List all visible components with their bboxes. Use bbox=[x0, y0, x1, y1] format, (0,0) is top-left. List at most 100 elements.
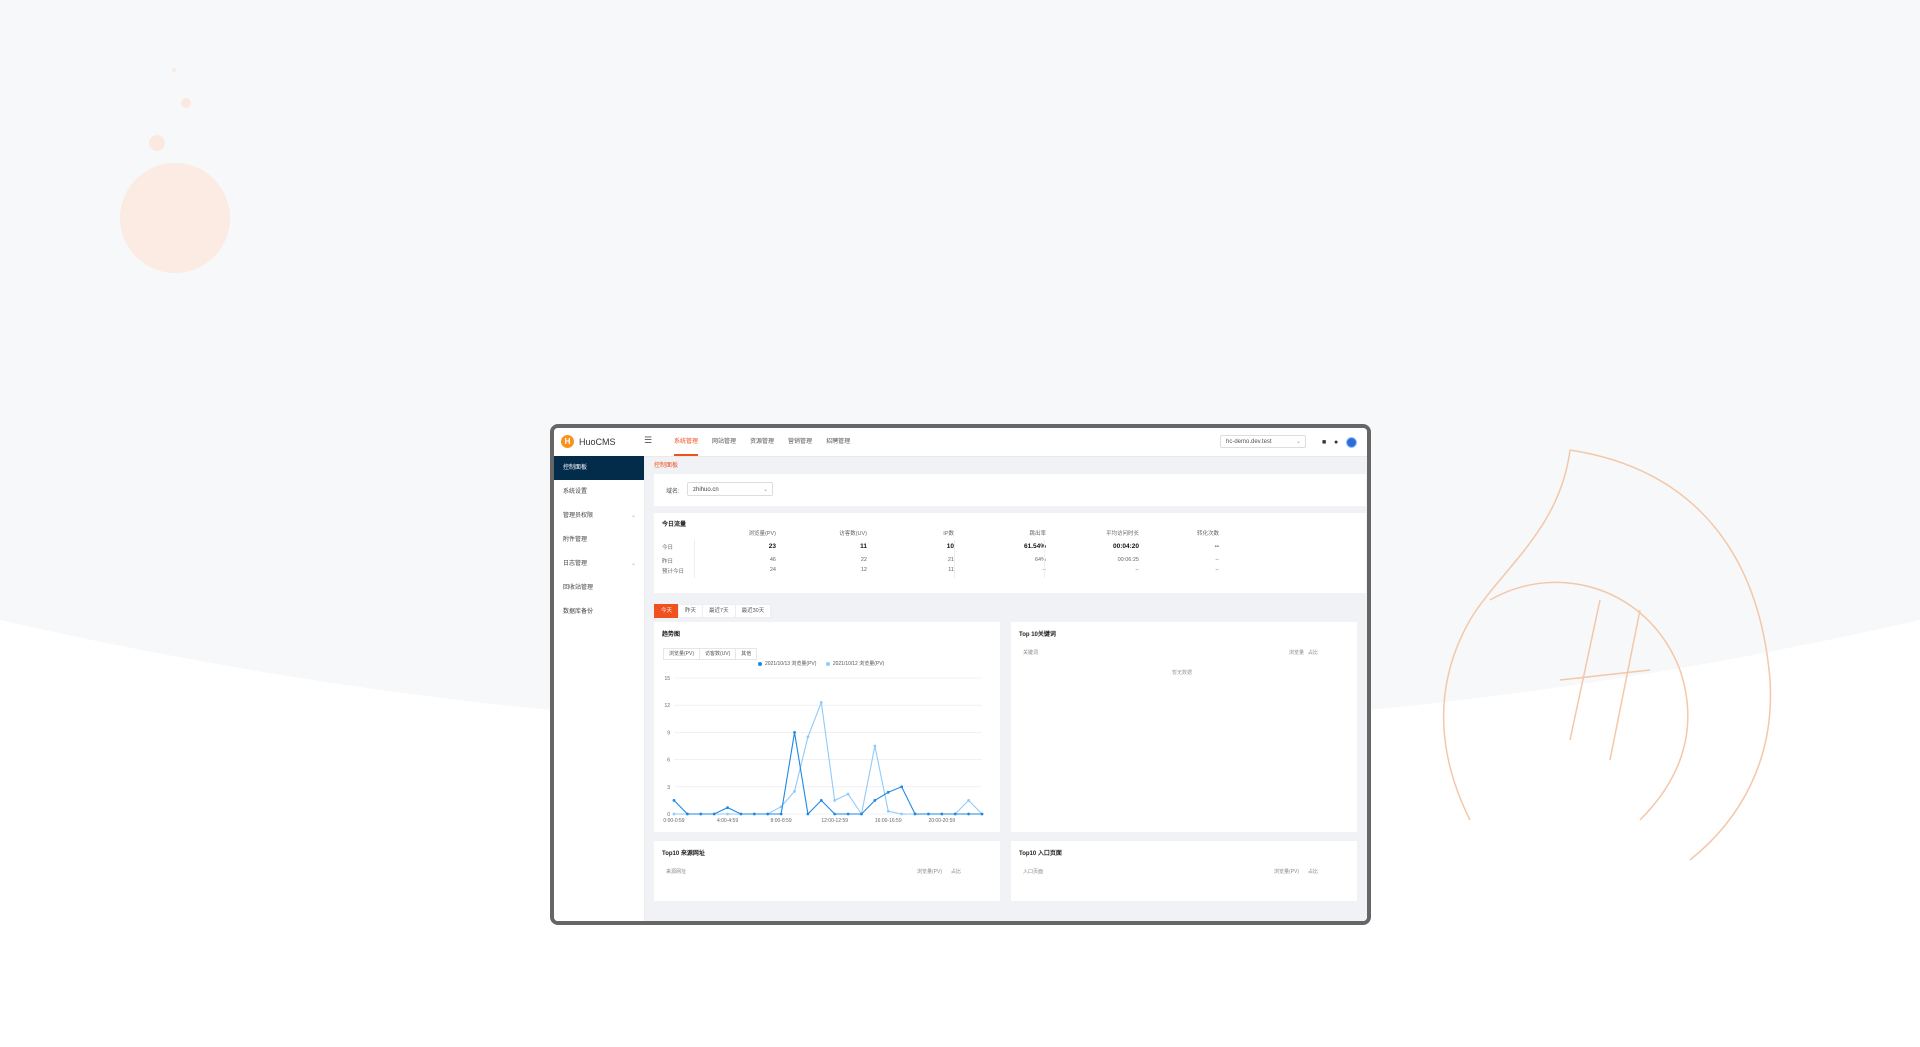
domain-label: 域名: bbox=[666, 489, 680, 495]
site-domain-value: hc-demo.dev.test bbox=[1226, 439, 1272, 445]
data-point bbox=[900, 812, 904, 816]
keywords-col-percent: 占比 bbox=[1308, 650, 1319, 656]
sidebar-item-label: 回收站管理 bbox=[563, 585, 594, 591]
sidebar-item-label: 数据库备份 bbox=[563, 609, 594, 615]
sidebar-item-logs[interactable]: 日志管理 ⌄ bbox=[554, 552, 644, 576]
data-point bbox=[672, 812, 676, 816]
data-point bbox=[739, 812, 743, 816]
avatar[interactable] bbox=[1346, 437, 1357, 448]
sidebar-item-label: 附件管理 bbox=[563, 537, 588, 543]
data-point bbox=[846, 792, 850, 796]
sidebar-item-db-backup[interactable]: 数据库备份 bbox=[554, 600, 644, 624]
sidebar-item-label: 管理员权限 bbox=[563, 513, 594, 519]
sidebar-item-label: 控制面板 bbox=[563, 465, 588, 471]
topnav-system[interactable]: 系统管理 bbox=[667, 428, 705, 456]
tab-last-7-days[interactable]: 最近7天 bbox=[702, 604, 736, 618]
data-point bbox=[806, 812, 810, 816]
data-point bbox=[900, 785, 904, 789]
decor-bubble-medium bbox=[149, 135, 165, 151]
data-point bbox=[712, 812, 716, 816]
domain-filter-card: 域名: zhihuo.cn ⌄ bbox=[654, 474, 1366, 506]
topnav-resources[interactable]: 资源管理 bbox=[743, 428, 781, 456]
chevron-down-icon: ⌄ bbox=[630, 513, 636, 519]
series-line-1 bbox=[673, 732, 982, 816]
entries-col-page: 入口页面 bbox=[1023, 869, 1044, 875]
sidebar-item-settings[interactable]: 系统设置 bbox=[554, 480, 644, 504]
sidebar: 控制面板 系统设置 管理员权限 ⌄ 附件管理 日志管理 ⌄ 回收站管理 数据库备份 bbox=[554, 456, 645, 921]
sidebar-item-label: 日志管理 bbox=[563, 561, 588, 567]
decor-bubble-tiny bbox=[172, 68, 176, 72]
menu-toggle-icon[interactable]: ☰ bbox=[644, 436, 652, 445]
message-icon[interactable]: ■ bbox=[1322, 439, 1328, 446]
data-point bbox=[967, 812, 971, 816]
trend-chart: 036912150:00-0:59 4:00-4:59 8:00-8:59 12:00… bbox=[663, 676, 984, 824]
y-tick-label: 3 bbox=[667, 785, 670, 791]
entries-col-pv: 浏览量(PV) bbox=[1274, 869, 1300, 875]
table-divider bbox=[954, 540, 955, 578]
bell-icon[interactable]: ● bbox=[1334, 439, 1340, 446]
tab-yesterday[interactable]: 昨天 bbox=[678, 604, 704, 618]
data-point bbox=[846, 812, 850, 816]
sidebar-item-admin-permissions[interactable]: 管理员权限 ⌄ bbox=[554, 504, 644, 528]
app-screen: H HuoCMS ☰ 系统管理 网站管理 资源管理 营销管理 招聘管理 hc-d… bbox=[554, 428, 1367, 921]
logo-text: HuoCMS bbox=[579, 436, 616, 447]
series-line-2 bbox=[674, 700, 983, 816]
site-domain-select[interactable]: hc-demo.dev.test ⌄ bbox=[1220, 435, 1306, 448]
header-icons: ■ ● bbox=[1322, 437, 1357, 448]
chevron-down-icon: ⌄ bbox=[1295, 439, 1301, 445]
topnav-recruitment[interactable]: 招聘管理 bbox=[819, 428, 857, 456]
x-tick-label: 16:00-16:59 bbox=[875, 818, 902, 824]
topnav-website[interactable]: 网站管理 bbox=[705, 428, 743, 456]
trend-card: 趋势图 浏览量(PV) 访客数(UV) 其他 2021/10/13 浏览量(PV… bbox=[654, 622, 1000, 832]
device-frame: H HuoCMS ☰ 系统管理 网站管理 资源管理 营销管理 招聘管理 hc-d… bbox=[550, 424, 1371, 925]
decor-bubble-small bbox=[181, 98, 191, 108]
sidebar-item-recycle-bin[interactable]: 回收站管理 bbox=[554, 576, 644, 600]
traffic-card: 今日流量 浏览量(PV) 访客数(UV) IP数 跳出率 平均访问时长 转化次数 今日 23 1… bbox=[654, 513, 1366, 593]
data-point bbox=[819, 799, 823, 802]
sources-col-percent: 占比 bbox=[951, 869, 962, 875]
domain-select[interactable]: zhihuo.cn ⌄ bbox=[687, 482, 773, 496]
data-point bbox=[873, 744, 877, 748]
chevron-down-icon: ⌄ bbox=[762, 487, 768, 493]
chevron-down-icon: ⌄ bbox=[630, 561, 636, 567]
data-point bbox=[967, 799, 971, 802]
x-tick-label: 8:00-8:59 bbox=[771, 818, 792, 824]
brand[interactable]: H HuoCMS bbox=[561, 435, 616, 448]
range-tabs: 今天 昨天 最近7天 最近30天 bbox=[654, 604, 772, 618]
logo-icon: H bbox=[561, 435, 574, 448]
x-tick-label: 20:00-20:59 bbox=[928, 818, 955, 824]
data-point bbox=[819, 701, 823, 704]
main-content: 控制面板 域名: zhihuo.cn ⌄ 今日流量 浏览量(PV) 访客数(UV)… bbox=[645, 456, 1367, 921]
data-point bbox=[752, 812, 756, 816]
topnav-marketing[interactable]: 营销管理 bbox=[781, 428, 819, 456]
sidebar-item-attachments[interactable]: 附件管理 bbox=[554, 528, 644, 552]
sources-col-pv: 浏览量(PV) bbox=[917, 869, 943, 875]
data-point bbox=[913, 812, 917, 816]
keywords-col-pv: 浏览量 bbox=[1289, 650, 1305, 656]
domain-select-value: zhihuo.cn bbox=[693, 487, 719, 493]
keywords-card: Top 10关键词 关键词 浏览量 占比 暂无数据 bbox=[1011, 622, 1357, 832]
data-point bbox=[833, 812, 837, 816]
traffic-row-label: 昨日 bbox=[662, 559, 674, 565]
data-point bbox=[685, 812, 689, 816]
tab-last-30-days[interactable]: 最近30天 bbox=[734, 604, 772, 618]
data-point bbox=[833, 799, 837, 802]
data-point bbox=[873, 799, 877, 802]
x-tick-label: 4:00-4:59 bbox=[717, 818, 738, 824]
keywords-empty-state: 暂无数据 bbox=[1172, 670, 1193, 676]
sources-title: Top10 来源网址 bbox=[662, 851, 705, 857]
sidebar-item-label: 系统设置 bbox=[563, 489, 588, 495]
traffic-row-label: 今日 bbox=[662, 545, 674, 551]
breadcrumb[interactable]: 控制面板 bbox=[654, 460, 678, 469]
data-point bbox=[806, 735, 810, 739]
traffic-row-label: 预计今日 bbox=[662, 569, 685, 575]
tab-today[interactable]: 今天 bbox=[654, 604, 680, 618]
data-point bbox=[953, 812, 957, 816]
decor-bubble-large bbox=[120, 163, 230, 273]
data-point bbox=[927, 812, 930, 816]
traffic-title: 今日流量 bbox=[662, 522, 687, 528]
data-point bbox=[726, 812, 729, 816]
sidebar-item-dashboard[interactable]: 控制面板 bbox=[554, 456, 644, 480]
x-tick-label: 0:00-0:59 bbox=[663, 818, 684, 824]
data-point bbox=[793, 789, 796, 793]
